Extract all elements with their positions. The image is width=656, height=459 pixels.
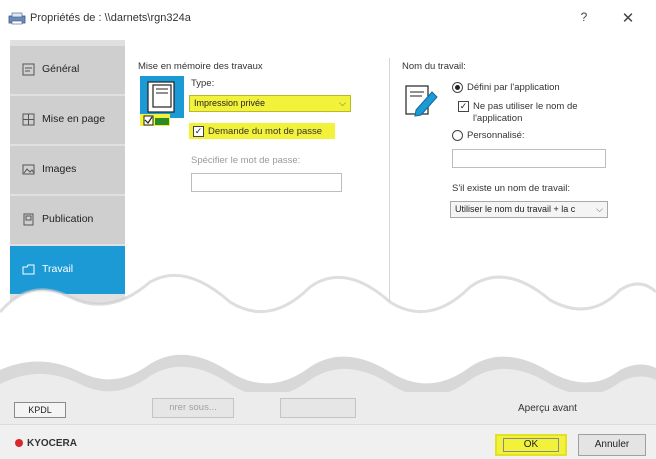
chevron-down-icon: ⌵ [339, 98, 346, 108]
sidebar-item-general[interactable]: Général [10, 46, 125, 94]
save-as-button[interactable]: nrer sous... [152, 398, 234, 418]
sidebar-item-label: Général [42, 63, 80, 75]
if-exists-label: S'il existe un nom de travail: [452, 183, 570, 194]
defined-by-app-label: Défini par l'application [467, 82, 560, 93]
document-edit-icon [405, 85, 438, 117]
no-app-name-checkbox[interactable]: ✓ [458, 101, 469, 112]
window-title: Propriétés de : \\darnets\rgn324a [30, 12, 191, 24]
image-icon [22, 164, 35, 175]
kyocera-logo: KYOCERA [27, 438, 78, 449]
preview-label: Aperçu avant [518, 403, 577, 414]
layout-grid-icon [22, 113, 35, 126]
no-app-name-label: Ne pas utiliser le nom de [473, 101, 578, 112]
password-input[interactable] [191, 173, 342, 192]
password-request-label: Demande du mot de passe [208, 126, 323, 137]
sidebar: Général Mise en page Images Publication … [10, 40, 125, 310]
ok-button[interactable]: OK [495, 434, 567, 456]
sidebar-item-label: Publication [42, 213, 94, 225]
booklet-icon [23, 213, 34, 226]
kpdl-button[interactable]: KPDL [14, 402, 66, 418]
no-app-name-label-continued: l'application [473, 113, 523, 124]
custom-name-input[interactable] [452, 149, 606, 168]
password-request-checkbox[interactable]: ✓ [193, 126, 204, 137]
type-select[interactable]: Impression privée ⌵ [189, 95, 351, 112]
kyocera-logo-icon [15, 439, 23, 447]
printer-icon [8, 12, 26, 25]
type-select-value: Impression privée [194, 98, 266, 108]
job-name-title: Nom du travail: [402, 61, 466, 72]
close-button[interactable]: ✕ [618, 9, 638, 29]
document-icon [22, 63, 35, 76]
job-storage-icon [140, 76, 184, 126]
sidebar-item-publication[interactable]: Publication [10, 196, 125, 244]
ok-button-label: OK [523, 439, 539, 450]
chevron-down-icon: ⌵ [596, 204, 603, 214]
sidebar-item-images[interactable]: Images [10, 146, 125, 194]
if-exists-select[interactable]: Utiliser le nom du travail + la c ⌵ [450, 201, 608, 218]
custom-name-label: Personnalisé: [467, 130, 525, 141]
secondary-button[interactable] [280, 398, 356, 418]
type-label: Type: [191, 78, 215, 89]
sidebar-item-label: Mise en page [42, 113, 106, 125]
specify-password-label: Spécifier le mot de passe: [191, 155, 301, 166]
job-storage-title: Mise en mémoire des travaux [138, 61, 263, 72]
help-button[interactable]: ? [574, 10, 594, 28]
sidebar-item-label: Images [42, 163, 77, 175]
defined-by-app-radio[interactable] [452, 82, 463, 93]
if-exists-select-value: Utiliser le nom du travail + la c [455, 204, 576, 214]
sidebar-item-layout[interactable]: Mise en page [10, 96, 125, 144]
cancel-button[interactable]: Annuler [578, 434, 646, 456]
custom-name-radio[interactable] [452, 130, 463, 141]
